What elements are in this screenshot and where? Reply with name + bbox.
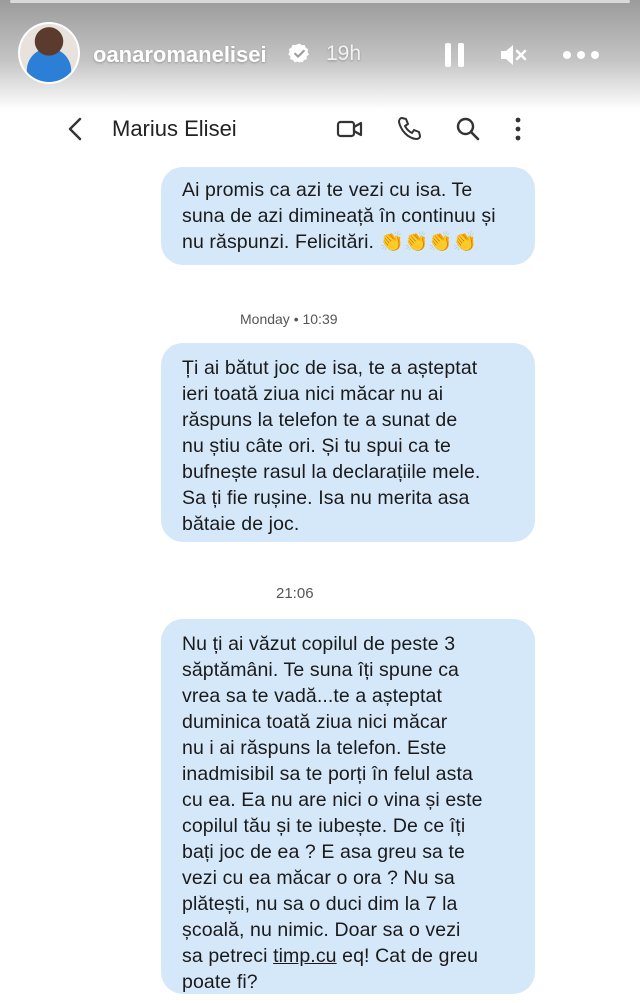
video-camera-icon[interactable] [336,115,364,143]
chevron-left-icon[interactable] [64,116,88,142]
speaker-muted-icon[interactable] [498,40,528,70]
message-text: Nu ți ai văzut copilul de peste 3 săptăm… [182,633,483,967]
message-bubble[interactable]: Nu ți ai văzut copilul de peste 3 săptăm… [161,619,535,994]
story-progress-bar [10,0,630,3]
search-icon[interactable] [454,115,482,143]
chat-header: Marius Elisei [0,104,640,152]
story-time-ago: 19h [326,42,362,65]
story-progress-fill [10,0,630,3]
kebab-menu-icon[interactable] [508,115,528,143]
more-horizontal-icon[interactable] [560,40,602,70]
story-username[interactable]: oanaromanelisei [93,42,267,68]
pause-icon[interactable] [440,40,470,70]
avatar[interactable] [20,24,78,82]
message-link[interactable]: timp.cu [273,945,337,967]
phone-icon[interactable] [396,115,424,143]
message-timestamp: 21:06 [276,585,314,602]
story-header: oanaromanelisei 19h [0,18,640,90]
verified-badge-icon [288,43,309,63]
message-bubble[interactable]: Ai promis ca azi te vezi cu isa. Te suna… [161,167,535,265]
contact-name[interactable]: Marius Elisei [112,116,237,142]
message-bubble[interactable]: Ți ai bătut joc de isa, te a așteptat ie… [161,343,535,542]
message-timestamp: Monday • 10:39 [240,311,338,327]
